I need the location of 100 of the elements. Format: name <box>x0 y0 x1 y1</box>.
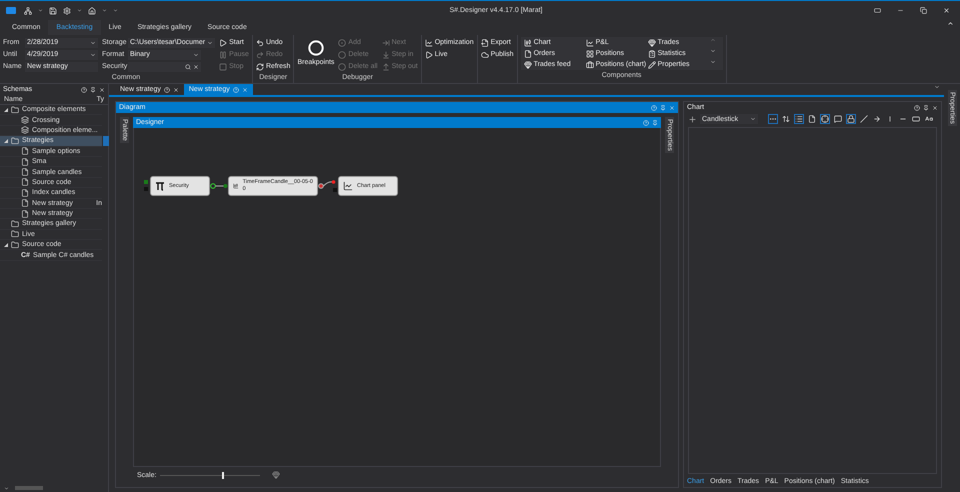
pi-icon <box>155 181 165 191</box>
document-icon <box>524 50 532 58</box>
close-icon <box>943 7 950 14</box>
briefcase-icon <box>586 60 594 68</box>
crosshair-icon <box>821 115 829 123</box>
folder-icon <box>11 220 19 228</box>
toolbar-button[interactable] <box>872 114 882 124</box>
gem-icon <box>648 38 656 46</box>
refresh-icon <box>256 62 264 70</box>
layers-icon <box>21 126 29 134</box>
document-icon <box>21 210 29 218</box>
expander-icon[interactable] <box>4 242 8 247</box>
scrollbar-thumb[interactable] <box>15 486 43 490</box>
pin-icon <box>90 86 96 92</box>
text-icon <box>925 115 933 123</box>
toolbar-button[interactable] <box>781 114 791 124</box>
save-icon <box>49 6 57 14</box>
collapse-icon <box>947 20 954 27</box>
play-icon <box>219 38 228 46</box>
cloud-icon <box>480 50 489 58</box>
restore-icon <box>874 7 881 14</box>
search-field[interactable] <box>128 62 201 72</box>
pencil-icon <box>648 60 656 68</box>
pin-icon <box>652 120 658 126</box>
pin-icon <box>923 104 929 110</box>
settings-icon <box>63 6 71 14</box>
caret-icon <box>38 8 43 13</box>
toolbar-button[interactable] <box>794 114 804 124</box>
expander-icon[interactable] <box>4 138 8 143</box>
scroll-left-icon <box>4 486 9 490</box>
search-icon <box>185 64 191 70</box>
document-icon <box>21 147 29 156</box>
connector <box>318 179 336 189</box>
caret-icon <box>193 52 199 58</box>
caret-icon <box>934 84 940 90</box>
app-logo <box>6 7 16 14</box>
help-icon <box>651 104 657 110</box>
toolbar-button[interactable] <box>807 114 817 124</box>
connector <box>210 183 228 189</box>
help-icon <box>232 86 239 92</box>
add-icon <box>688 114 697 124</box>
circle-icon <box>308 40 324 56</box>
lock-icon <box>847 115 855 123</box>
document-icon <box>21 158 29 166</box>
expander-icon[interactable] <box>4 108 8 112</box>
step-icon <box>382 38 390 46</box>
toolbar-button[interactable] <box>911 114 921 124</box>
export-icon <box>480 38 489 46</box>
folder-icon <box>11 136 19 145</box>
close-icon <box>172 86 179 92</box>
toolbar-button[interactable] <box>768 114 778 124</box>
step-out-icon <box>382 62 390 70</box>
clipboard-icon <box>648 50 656 58</box>
toolbar-button[interactable] <box>846 114 856 124</box>
slider-thumb[interactable] <box>222 472 224 478</box>
close-icon <box>932 104 938 110</box>
minimize-icon <box>897 7 904 14</box>
caret-icon <box>113 8 118 13</box>
document-icon <box>21 188 29 197</box>
connect-icon <box>24 6 32 14</box>
candles-icon <box>233 181 239 191</box>
redo-icon <box>256 50 264 58</box>
step-in-icon <box>382 50 390 58</box>
caret-icon <box>207 40 214 46</box>
document-icon <box>21 178 29 186</box>
toolbar-button[interactable] <box>820 114 830 124</box>
arrow-icon <box>873 115 881 123</box>
home-icon <box>88 6 96 14</box>
caret-icon <box>750 116 756 122</box>
document-icon <box>21 199 29 208</box>
undo-icon <box>256 38 264 46</box>
help-icon <box>643 120 649 126</box>
help-icon <box>164 86 170 92</box>
list-icon <box>795 115 803 123</box>
caret-icon <box>77 8 82 13</box>
stop-icon <box>219 62 228 70</box>
grid-icon <box>586 50 594 58</box>
line-icon <box>860 115 868 123</box>
pin-icon <box>660 104 666 110</box>
line-chart-icon <box>424 38 433 46</box>
sort-icon <box>782 115 790 123</box>
rectangle-icon <box>912 115 920 123</box>
maximize-icon <box>920 7 927 14</box>
gem-icon <box>524 60 532 68</box>
help-icon <box>914 104 920 110</box>
caret-icon <box>102 8 107 13</box>
pause-icon <box>219 50 228 58</box>
folder-icon <box>11 230 19 238</box>
chart-icon <box>524 38 532 46</box>
folder-icon <box>11 240 19 249</box>
selection-marker <box>103 136 109 146</box>
scroll-up-icon <box>710 37 716 43</box>
line-chart-icon <box>586 38 594 46</box>
close-icon <box>242 86 248 92</box>
page-icon <box>808 115 816 123</box>
layers-icon <box>21 116 29 124</box>
folder-icon <box>11 106 19 114</box>
help-icon <box>81 86 87 92</box>
close-icon <box>669 104 675 110</box>
line-chart-icon <box>343 181 353 191</box>
